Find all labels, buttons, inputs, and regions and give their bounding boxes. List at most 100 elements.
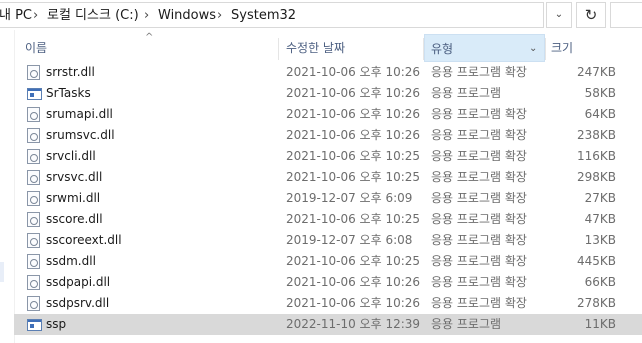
breadcrumb-separator-icon[interactable]: › [144,3,149,29]
file-name: srvsvc.dll [46,170,103,184]
file-type: 응용 프로그램 확장 [431,275,527,289]
dll-file-icon [27,296,40,311]
chevron-down-icon[interactable]: ⌄ [529,35,537,63]
file-size: 445KB [576,254,616,268]
file-row[interactable]: SrTasks 2021-10-06 오후 10:26 응용 프로그램 58KB [14,83,642,104]
column-header-size[interactable]: 크기 [546,34,636,62]
file-name: srvcli.dll [46,149,96,163]
dll-file-icon [27,212,40,227]
column-header-type[interactable]: 유형 ⌄ [424,34,545,62]
file-type: 응용 프로그램 확장 [431,65,527,79]
file-name: srumapi.dll [46,107,113,121]
file-type: 응용 프로그램 확장 [431,233,527,247]
dll-file-icon [27,149,40,164]
dll-file-icon [27,275,40,290]
file-size: 238KB [576,128,616,142]
chevron-down-icon: ⌄ [554,9,564,20]
dll-file-icon [27,170,40,185]
file-row[interactable]: ssdpsrv.dll 2021-10-06 오후 10:26 응용 프로그램 확장… [14,293,642,314]
file-row[interactable]: srvsvc.dll 2021-10-06 오후 10:25 응용 프로그램 확장 2… [14,167,642,188]
dll-file-icon [27,107,40,122]
file-list: srrstr.dll 2021-10-06 오후 10:26 응용 프로그램 확장 2… [14,62,642,335]
breadcrumb-system32[interactable]: System32 [231,3,296,29]
file-size: 116KB [576,149,616,163]
file-name: srrstr.dll [46,65,95,79]
file-size: 66KB [584,275,616,289]
file-date: 2021-10-06 오후 10:25 [286,149,421,163]
application-icon [27,319,42,331]
address-history-dropdown[interactable]: ⌄ [546,2,572,28]
file-name: SrTasks [46,86,91,100]
file-type: 응용 프로그램 확장 [431,128,527,142]
breadcrumb-windows[interactable]: Windows [158,3,216,29]
file-row[interactable]: srumapi.dll 2021-10-06 오후 10:26 응용 프로그램 확장… [14,104,642,125]
file-row[interactable]: sscoreext.dll 2019-12-07 오후 6:08 응용 프로그램 확… [14,230,642,251]
file-name: sscoreext.dll [46,233,122,247]
address-path[interactable]: 내 PC › 로컬 디스크 (C:) › Windows › System32 [0,2,544,28]
file-size: 298KB [576,170,616,184]
file-row[interactable]: ssdm.dll 2021-10-06 오후 10:25 응용 프로그램 확장 445… [14,251,642,272]
column-header-bar: ^ 이름 수정한 날짜 유형 ⌄ 크기 [14,32,642,62]
column-header-type-label: 유형 [431,42,454,56]
file-row[interactable]: ssdpapi.dll 2021-10-06 오후 10:26 응용 프로그램 확장… [14,272,642,293]
file-name: ssp [46,317,67,331]
file-date: 2021-10-06 오후 10:26 [286,86,421,100]
breadcrumb-this-pc[interactable]: 내 PC [0,3,32,29]
file-type: 응용 프로그램 확장 [431,254,527,268]
breadcrumb-separator-icon[interactable]: › [33,3,38,29]
file-row[interactable]: ssp 2022-11-10 오후 12:39 응용 프로그램 11KB [14,314,642,335]
dll-file-icon [27,233,40,248]
file-date: 2019-12-07 오후 6:09 [286,191,413,205]
file-date: 2021-10-06 오후 10:26 [286,65,421,79]
file-row[interactable]: srrstr.dll 2021-10-06 오후 10:26 응용 프로그램 확장 2… [14,62,642,83]
file-name: srwmi.dll [46,191,101,205]
breadcrumb-local-disk[interactable]: 로컬 디스크 (C:) [47,3,139,29]
file-size: 47KB [584,212,616,226]
column-header-name[interactable]: 이름 [14,34,278,62]
file-type: 응용 프로그램 확장 [431,107,527,121]
file-name: ssdm.dll [46,254,96,268]
file-type: 응용 프로그램 [431,317,502,331]
file-row[interactable]: srvcli.dll 2021-10-06 오후 10:25 응용 프로그램 확장 1… [14,146,642,167]
address-bar: 내 PC › 로컬 디스크 (C:) › Windows › System32 … [0,0,642,30]
file-date: 2021-10-06 오후 10:26 [286,275,421,289]
search-input[interactable] [610,2,642,28]
file-name: sscore.dll [46,212,103,226]
breadcrumb-separator-icon[interactable]: › [217,3,222,29]
file-date: 2021-10-06 오후 10:26 [286,128,421,142]
file-date: 2019-12-07 오후 6:08 [286,233,413,247]
file-type: 응용 프로그램 확장 [431,170,527,184]
refresh-button[interactable]: ↻ [576,2,606,28]
file-name: srumsvc.dll [46,128,115,142]
file-size: 13KB [584,233,616,247]
file-type: 응용 프로그램 확장 [431,149,527,163]
dll-file-icon [27,65,40,80]
file-size: 27KB [584,191,616,205]
file-size: 278KB [576,296,616,310]
file-date: 2021-10-06 오후 10:26 [286,107,421,121]
file-date: 2021-10-06 오후 10:26 [286,296,421,310]
application-icon [27,88,42,100]
dll-file-icon [27,191,40,206]
file-type: 응용 프로그램 확장 [431,212,527,226]
dll-file-icon [27,128,40,143]
file-size: 11KB [584,317,616,331]
dll-file-icon [27,254,40,269]
file-name: ssdpsrv.dll [46,296,110,310]
refresh-icon: ↻ [584,6,598,24]
file-size: 64KB [584,107,616,121]
file-size: 247KB [576,65,616,79]
file-date: 2021-10-06 오후 10:25 [286,170,421,184]
file-row[interactable]: srumsvc.dll 2021-10-06 오후 10:26 응용 프로그램 확장… [14,125,642,146]
file-size: 58KB [584,86,616,100]
file-row[interactable]: srwmi.dll 2019-12-07 오후 6:09 응용 프로그램 확장 27K… [14,188,642,209]
file-date: 2022-11-10 오후 12:39 [286,317,421,331]
file-type: 응용 프로그램 확장 [431,296,527,310]
file-type: 응용 프로그램 확장 [431,191,527,205]
column-header-date[interactable]: 수정한 날짜 [279,34,423,62]
file-date: 2021-10-06 오후 10:25 [286,212,421,226]
file-date: 2021-10-06 오후 10:25 [286,254,421,268]
file-row[interactable]: sscore.dll 2021-10-06 오후 10:25 응용 프로그램 확장 4… [14,209,642,230]
navigation-pane[interactable] [0,30,15,343]
file-type: 응용 프로그램 [431,86,502,100]
